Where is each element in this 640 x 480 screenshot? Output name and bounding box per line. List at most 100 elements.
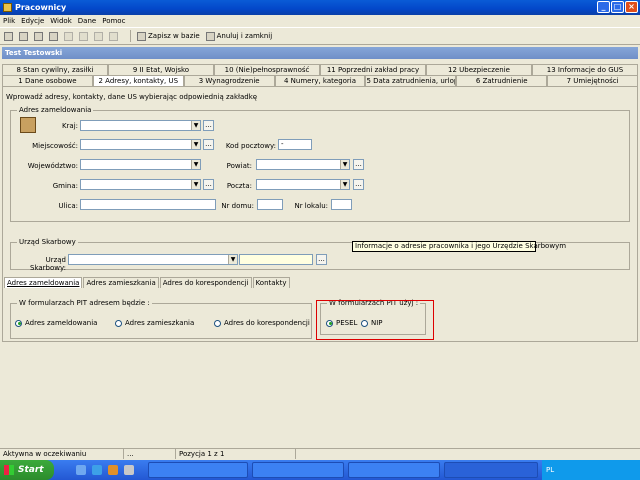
kod-pocztowy-input[interactable]: - bbox=[278, 139, 312, 150]
tab-informacje-gus[interactable]: 13 Informacje do GUS bbox=[532, 64, 638, 75]
status-state: Aktywna w oczekiwaniu bbox=[0, 449, 124, 459]
kraj-label: Kraj: bbox=[61, 122, 78, 130]
chevron-down-icon: ▼ bbox=[191, 160, 200, 169]
window-title-bar[interactable]: Pracownicy _ □ × bbox=[0, 0, 640, 15]
chevron-down-icon: ▼ bbox=[340, 180, 349, 189]
tab-poprzedni-zaklad[interactable]: 11 Poprzedni zakład pracy bbox=[320, 64, 426, 75]
miejscowosc-select[interactable]: ▼ bbox=[80, 139, 201, 150]
toolbar-separator bbox=[130, 30, 131, 42]
radio-dot bbox=[15, 319, 22, 327]
cancel-icon bbox=[205, 31, 215, 41]
poczta-select[interactable]: ▼ bbox=[256, 179, 350, 190]
status-position: Pozycja 1 z 1 bbox=[176, 449, 296, 459]
tab-row-1: 8 Stan cywilny, zasiłki 9 II Etat, Wojsk… bbox=[2, 64, 638, 75]
radio-adres-zamieszkania[interactable]: Adres zamieszkania bbox=[115, 319, 194, 327]
powiat-browse-button[interactable]: ... bbox=[353, 159, 364, 170]
record-title: Test Testowski bbox=[2, 47, 638, 59]
subtab-kontakty[interactable]: Kontakty bbox=[252, 277, 290, 288]
tab-niepelnosprawnosc[interactable]: 10 (Nie)pełnosprawność bbox=[214, 64, 320, 75]
cancel-close-button[interactable]: Anuluj i zamknij bbox=[205, 31, 273, 41]
status-extra: ... bbox=[124, 449, 176, 459]
powiat-select[interactable]: ▼ bbox=[256, 159, 350, 170]
tab-umiejetnosci[interactable]: 7 Umiejętności bbox=[547, 75, 639, 86]
radio-dot bbox=[115, 319, 122, 327]
undo-icon[interactable] bbox=[109, 31, 118, 41]
subtab-zameldowania[interactable]: Adres zameldowania bbox=[4, 277, 83, 288]
tab-ubezpieczenie[interactable]: 12 Ubezpieczenie bbox=[426, 64, 532, 75]
tab-numery-kategoria[interactable]: 4 Numery, kategoria bbox=[274, 75, 366, 86]
paste-icon[interactable] bbox=[94, 31, 103, 41]
refresh-icon[interactable] bbox=[19, 31, 28, 41]
taskbar-item[interactable] bbox=[348, 462, 440, 478]
desktop-icon[interactable] bbox=[76, 465, 86, 475]
tab-zatrudnienie[interactable]: 6 Zatrudnienie bbox=[456, 75, 548, 86]
print-icon[interactable] bbox=[49, 31, 58, 41]
app-icon bbox=[3, 3, 12, 12]
menu-widok[interactable]: Widok bbox=[50, 17, 72, 25]
house-icon bbox=[20, 117, 36, 133]
tab-data-zatrudnienia[interactable]: 5 Data zatrudnienia, urlop bbox=[365, 75, 457, 86]
settings-icon[interactable] bbox=[4, 31, 13, 41]
copy-icon[interactable] bbox=[64, 31, 73, 41]
subtab-korespondencji[interactable]: Adres do korespondencji bbox=[159, 277, 252, 288]
us-legend: Urząd Skarbowy bbox=[17, 238, 78, 246]
radio-label: Adres do korespondencji bbox=[224, 319, 310, 327]
taskbar-item[interactable] bbox=[148, 462, 248, 478]
us-select[interactable]: ▼ bbox=[68, 254, 238, 265]
us-label: Urząd Skarbowy: bbox=[30, 256, 66, 272]
poczta-label: Poczta: bbox=[226, 182, 252, 190]
windows-logo-icon bbox=[4, 465, 14, 475]
address-legend: Adres zameldowania bbox=[17, 106, 94, 114]
nr-domu-input[interactable] bbox=[257, 199, 283, 210]
radio-label: Adres zamieszkania bbox=[125, 319, 195, 327]
us-code-field[interactable] bbox=[239, 254, 313, 265]
wojewodztwo-select[interactable]: ▼ bbox=[80, 159, 201, 170]
menu-plik[interactable]: Plik bbox=[3, 17, 15, 25]
taskbar-item[interactable] bbox=[444, 462, 538, 478]
status-bar: Aktywna w oczekiwaniu ... Pozycja 1 z 1 bbox=[0, 448, 640, 459]
menu-edycje[interactable]: Edycje bbox=[21, 17, 44, 25]
gmina-label: Gmina: bbox=[52, 182, 78, 190]
tab-wynagrodzenie[interactable]: 3 Wynagrodzenie bbox=[183, 75, 275, 86]
tab-row-2: 1 Dane osobowe 2 Adresy, kontakty, US 3 … bbox=[2, 75, 639, 86]
save-icon[interactable] bbox=[34, 31, 43, 41]
language-indicator[interactable]: PL bbox=[546, 466, 554, 474]
tab-adresy-kontakty[interactable]: 2 Adresy, kontakty, US bbox=[92, 75, 184, 86]
menu-dane[interactable]: Dane bbox=[78, 17, 96, 25]
system-tray: PL bbox=[542, 460, 640, 480]
miejscowosc-label: Miejscowość: bbox=[32, 142, 78, 150]
ulica-input[interactable] bbox=[80, 199, 216, 210]
wojewodztwo-label: Województwo: bbox=[27, 162, 78, 170]
subtab-zamieszkania[interactable]: Adres zamieszkania bbox=[83, 277, 159, 288]
tab-stan-cywilny[interactable]: 8 Stan cywilny, zasiłki bbox=[2, 64, 108, 75]
firefox-icon[interactable] bbox=[108, 465, 118, 475]
taskbar-item[interactable] bbox=[252, 462, 344, 478]
menu-pomoc[interactable]: Pomoc bbox=[102, 17, 125, 25]
nr-lokalu-label: Nr lokalu: bbox=[294, 202, 328, 210]
chevron-down-icon: ▼ bbox=[191, 121, 200, 130]
save-to-db-button[interactable]: Zapisz w bazie bbox=[137, 31, 200, 41]
tab-ii-etat[interactable]: 9 II Etat, Wojsko bbox=[108, 64, 214, 75]
browser-icon[interactable] bbox=[92, 465, 102, 475]
chevron-down-icon: ▼ bbox=[340, 160, 349, 169]
tab-dane-osobowe[interactable]: 1 Dane osobowe bbox=[2, 75, 93, 86]
radio-adres-zameldowania[interactable]: Adres zameldowania bbox=[15, 319, 97, 327]
us-browse-button[interactable]: ... bbox=[316, 254, 327, 265]
toolbar: Zapisz w bazie Anuluj i zamknij bbox=[0, 27, 640, 45]
save-to-db-label: Zapisz w bazie bbox=[148, 32, 200, 40]
cut-icon[interactable] bbox=[79, 31, 88, 41]
nr-lokalu-input[interactable] bbox=[331, 199, 352, 210]
poczta-browse-button[interactable]: ... bbox=[353, 179, 364, 190]
radio-adres-korespondencji[interactable]: Adres do korespondencji bbox=[214, 319, 310, 327]
close-button[interactable]: × bbox=[625, 1, 638, 13]
kraj-select[interactable]: ▼ bbox=[80, 120, 201, 131]
quicklaunch-icon[interactable] bbox=[124, 465, 134, 475]
maximize-button[interactable]: □ bbox=[611, 1, 624, 13]
start-button[interactable]: Start bbox=[0, 460, 54, 480]
disk-icon bbox=[137, 31, 146, 41]
minimize-button[interactable]: _ bbox=[597, 1, 610, 13]
kraj-browse-button[interactable]: ... bbox=[203, 120, 214, 131]
cancel-close-label: Anuluj i zamknij bbox=[216, 32, 273, 40]
gmina-select[interactable]: ▼ bbox=[80, 179, 201, 190]
tooltip: Informacje o adresie pracownika i jego U… bbox=[352, 241, 566, 252]
